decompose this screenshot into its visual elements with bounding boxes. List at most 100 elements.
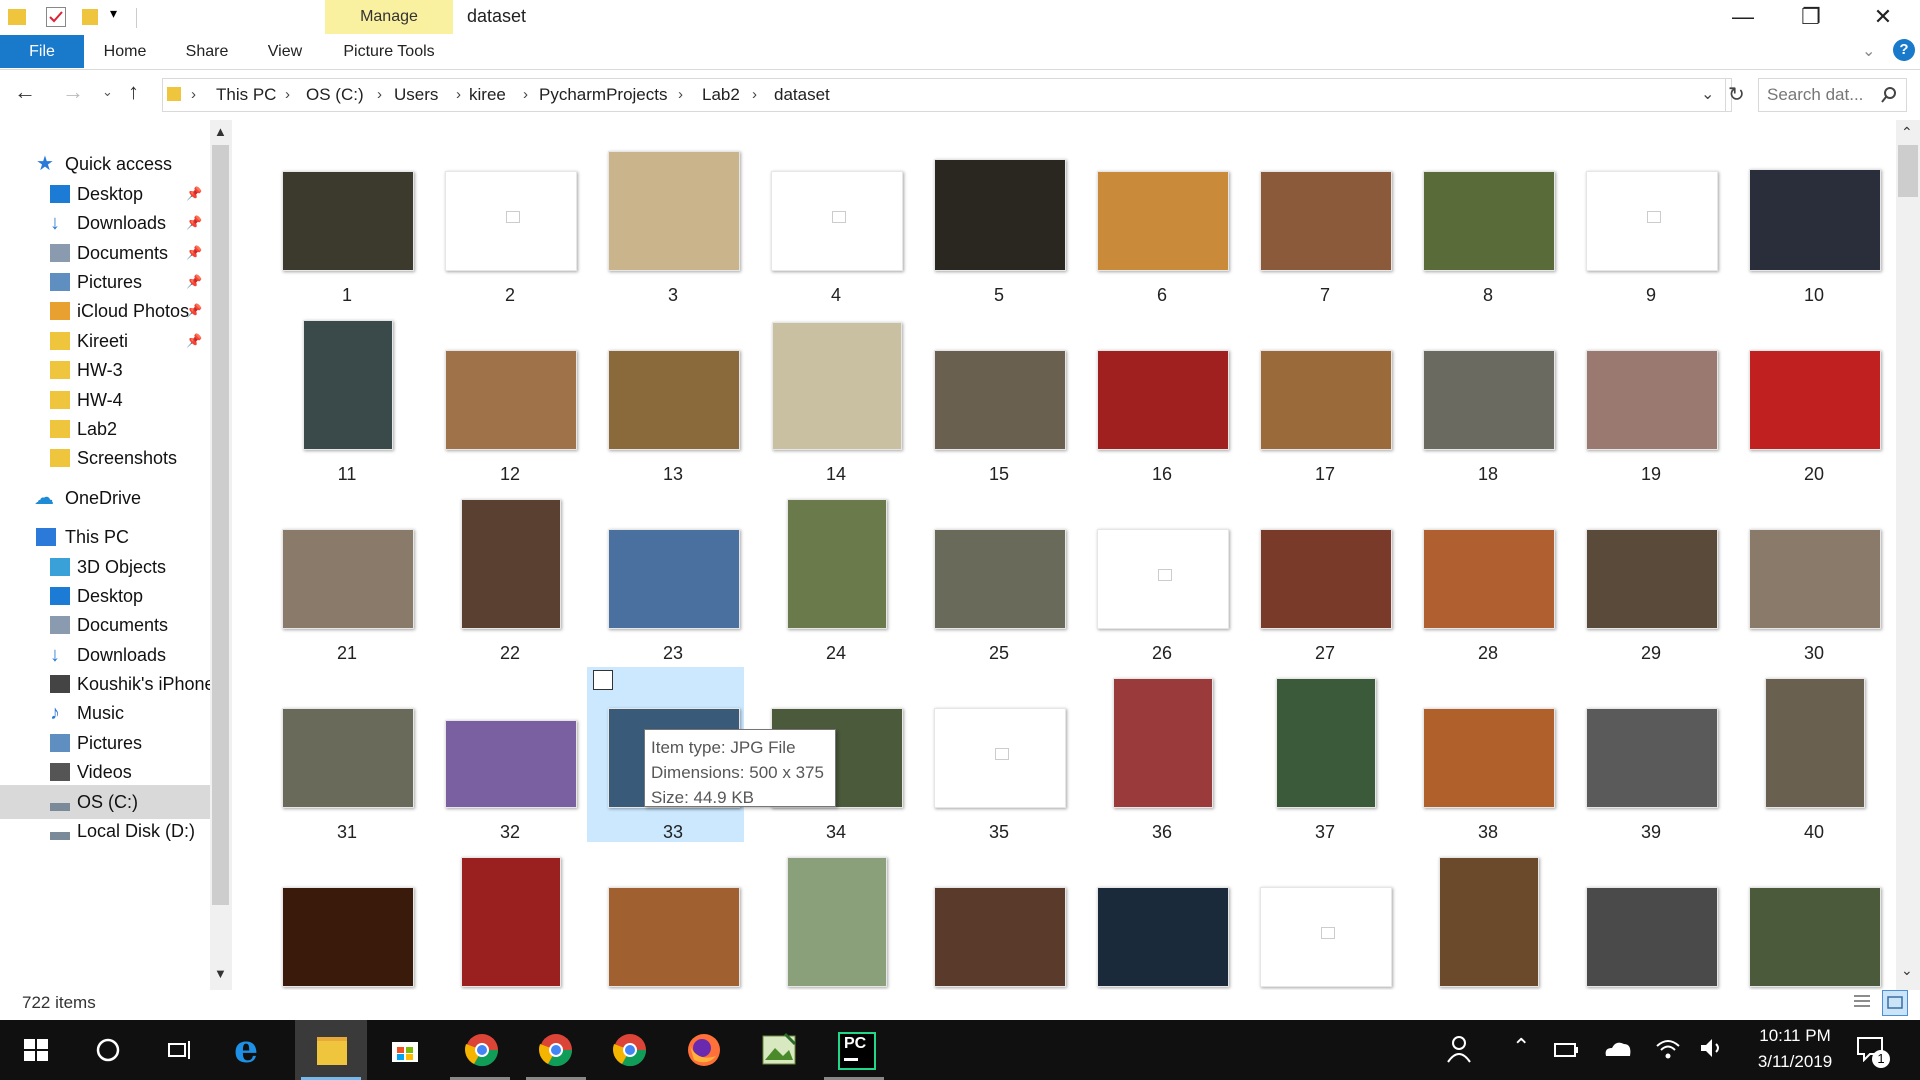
file-thumbnail[interactable] [934,887,1066,987]
file-item[interactable]: 21 [267,491,427,669]
file-item[interactable]: 5 [919,133,1079,311]
file-thumbnail[interactable] [445,720,577,808]
nav-item-screenshots[interactable]: Screenshots [0,441,210,475]
file-thumbnail[interactable] [1423,529,1555,629]
file-item[interactable]: 50 [1734,849,1894,995]
close-button[interactable]: ✕ [1860,0,1906,34]
forward-arrow-icon[interactable]: → [62,79,84,105]
details-view-icon[interactable] [1852,992,1872,1012]
file-item[interactable]: 39 [1571,670,1731,848]
file-item[interactable]: 42 [430,849,590,995]
microsoft-store-icon[interactable] [368,1020,440,1080]
file-thumbnail[interactable] [608,151,740,271]
file-item[interactable]: 15 [919,312,1079,490]
large-icons-view-icon[interactable] [1882,990,1908,1016]
task-view-icon[interactable] [144,1020,216,1080]
file-explorer-icon[interactable] [295,1020,367,1080]
scroll-down-icon[interactable]: ⌄ [1901,962,1913,979]
breadcrumb-dataset[interactable]: dataset [774,79,830,111]
file-thumbnail[interactable] [1113,678,1213,808]
file-item[interactable]: 26 [1082,491,1242,669]
help-icon[interactable]: ? [1893,39,1915,61]
scroll-down-icon[interactable]: ▼ [214,966,227,981]
tab-share[interactable]: Share [175,35,239,68]
search-box[interactable]: Search dat... [1758,78,1907,112]
file-thumbnail[interactable] [1097,529,1229,629]
file-item[interactable]: 18 [1408,312,1568,490]
nav-item-this-pc[interactable]: This PC [0,520,210,554]
file-item[interactable]: 11 [267,312,427,490]
nav-item-documents[interactable]: Documents [0,608,210,642]
nav-item-local-disk-d-[interactable]: Local Disk (D:) [0,814,210,848]
manage-context-tab[interactable]: Manage [325,0,453,34]
file-item[interactable]: 38 [1408,670,1568,848]
nav-item-icloud-photos[interactable]: iCloud Photos 📌 [0,294,210,328]
properties-icon[interactable] [46,7,66,27]
breadcrumb-separator-icon[interactable]: › [191,79,196,111]
breadcrumb-separator-icon[interactable]: › [752,79,757,111]
file-item[interactable]: 44 [756,849,916,995]
pycharm-icon[interactable]: PC [818,1020,890,1080]
file-thumbnail[interactable] [608,350,740,450]
chrome-icon[interactable] [520,1020,592,1080]
search-placeholder[interactable]: Search dat... [1767,79,1863,111]
breadcrumb-kiree[interactable]: kiree [469,79,506,111]
search-icon[interactable] [1881,87,1897,103]
nav-item-onedrive[interactable]: ☁ OneDrive [0,481,210,515]
taskbar-time[interactable]: 10:11 PM [1740,1026,1850,1046]
restore-button[interactable]: ❐ [1788,0,1834,34]
file-item[interactable]: 49 [1571,849,1731,995]
file-item[interactable]: 46 [1082,849,1242,995]
wifi-icon[interactable] [1654,1036,1682,1065]
file-item[interactable]: 29 [1571,491,1731,669]
file-thumbnail[interactable] [787,499,887,629]
edge-browser-icon[interactable]: e [216,1020,288,1080]
file-thumbnail[interactable] [934,708,1066,808]
file-item[interactable]: 4 [756,133,916,311]
file-item[interactable]: 36 [1082,670,1242,848]
scroll-up-icon[interactable]: ▲ [214,124,227,139]
file-thumbnail[interactable] [1097,887,1229,987]
volume-icon[interactable] [1698,1036,1726,1065]
file-item[interactable]: 1 [267,133,427,311]
action-center-icon[interactable]: 1 [1856,1034,1892,1070]
file-thumbnail[interactable] [445,350,577,450]
file-thumbnail[interactable] [772,322,902,450]
file-item[interactable]: 24 [756,491,916,669]
file-thumbnail[interactable] [1423,708,1555,808]
file-thumbnail[interactable] [303,320,393,450]
file-thumbnail[interactable] [1749,350,1881,450]
file-thumbnail[interactable] [1423,171,1555,271]
file-thumbnail[interactable] [771,171,903,271]
file-thumbnail[interactable] [1765,678,1865,808]
file-thumbnail[interactable] [282,529,414,629]
file-item[interactable]: 14 [756,312,916,490]
file-thumbnail[interactable] [1097,171,1229,271]
pin-icon[interactable]: 📌 [186,206,202,240]
file-item[interactable]: 28 [1408,491,1568,669]
nav-item-downloads[interactable]: ↓ Downloads 📌 [0,206,210,240]
file-thumbnail[interactable] [1423,350,1555,450]
nav-scrollbar-thumb[interactable] [212,145,229,905]
file-item[interactable]: 20 [1734,312,1894,490]
file-thumbnail[interactable] [934,159,1066,271]
file-item[interactable]: 40 [1734,670,1894,848]
image-editor-icon[interactable] [743,1020,815,1080]
file-thumbnail[interactable] [1749,529,1881,629]
chrome-secondary-icon[interactable] [594,1020,666,1080]
cortana-search-icon[interactable] [72,1020,144,1080]
item-checkbox[interactable] [593,670,613,690]
scroll-up-icon[interactable]: ⌃ [1901,124,1913,141]
breadcrumb-separator-icon[interactable]: › [285,79,290,111]
file-thumbnail[interactable] [445,171,577,271]
file-item[interactable]: 23 [593,491,753,669]
nav-item-quick-access[interactable]: ★ Quick access [0,147,210,181]
people-icon[interactable] [1446,1034,1472,1069]
file-item[interactable]: 37 [1245,670,1405,848]
file-item[interactable]: 19 [1571,312,1731,490]
address-history-chevron-icon[interactable]: ⌄ [1701,84,1714,104]
file-thumbnail[interactable] [1586,350,1718,450]
breadcrumb-this-pc[interactable]: This PC [216,79,276,111]
file-thumbnail[interactable] [1586,529,1718,629]
file-item[interactable]: 31 [267,670,427,848]
